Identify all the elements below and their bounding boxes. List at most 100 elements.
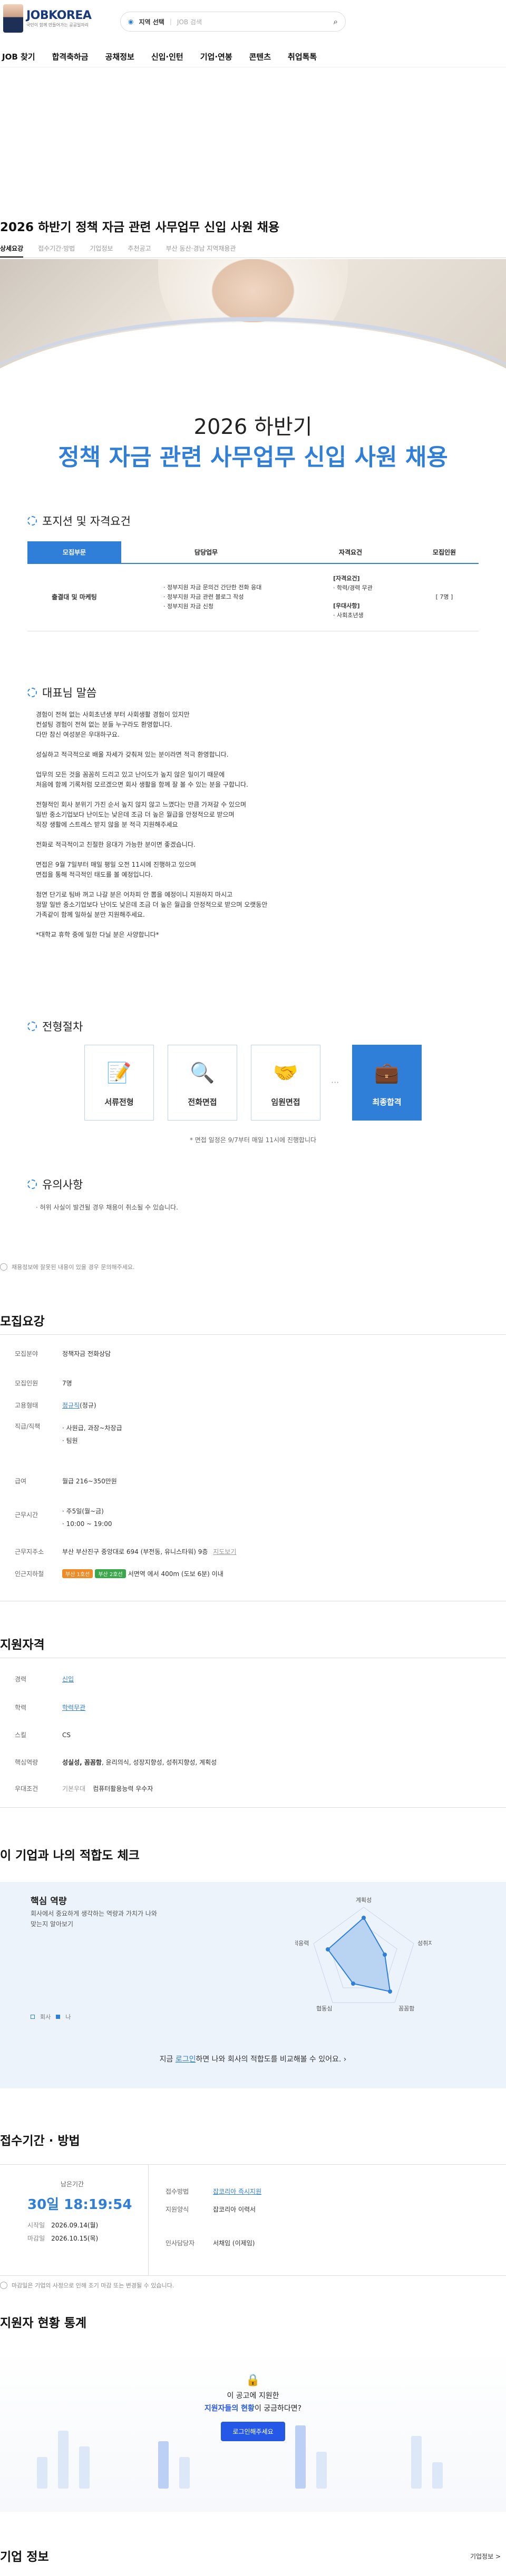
- cell-dept: 출결대 및 마케팅: [27, 563, 121, 631]
- tab-region[interactable]: 부산 동산·경남 지역채용관: [166, 239, 236, 257]
- col-duties: 담당업무: [121, 541, 291, 564]
- divider: |: [169, 18, 172, 25]
- legend-swatch: [56, 2015, 61, 2019]
- apply-form: 지원양식 잡코리아 이력서: [166, 2205, 256, 2214]
- req-item: 학력/경력 무관: [337, 584, 373, 592]
- position-heading: 포지션 및 자격요건: [27, 513, 131, 529]
- company-info-link[interactable]: 기업정보 >: [470, 2552, 501, 2561]
- qual-edu: 학력 학력무관: [15, 1703, 85, 1712]
- divider: [0, 1807, 506, 1808]
- recruit-count: 모집인원 7명: [15, 1379, 72, 1388]
- hero-year: 2026 하반기: [193, 415, 313, 439]
- edu-link[interactable]: 학력무관: [62, 1703, 85, 1712]
- radar-axis-label: 적응력: [295, 1940, 309, 1947]
- tab-detail[interactable]: 상세요강: [0, 239, 24, 257]
- step-label: 서류전형: [104, 1097, 134, 1107]
- section-icon: [27, 688, 37, 697]
- report-text: 채용정보에 잘못된 내용이 있을 경우 문의해주세요.: [12, 1264, 135, 1271]
- fit-footer: 지금 로그인하면 나와 회사의 적합도를 비교해볼 수 있어요. ›: [159, 2055, 347, 2064]
- blurred-bar: [79, 2446, 90, 2489]
- nav-public-recruit[interactable]: 공채정보: [105, 46, 134, 67]
- qual-career: 경력 신입: [15, 1675, 74, 1683]
- section-icon: [27, 516, 37, 526]
- nav-job-search[interactable]: JOB 찾기: [2, 46, 35, 67]
- remain-label: 남은기간: [60, 2181, 84, 2188]
- career-link[interactable]: 신입: [62, 1675, 74, 1683]
- label: 학력: [15, 1704, 27, 1711]
- label: 직급/직책: [15, 1423, 41, 1430]
- value: · 팀원: [62, 1437, 78, 1444]
- nav-content[interactable]: 콘텐츠: [249, 46, 271, 67]
- recruit-address: 근무지주소 부산 부산진구 중앙대로 694 (부전동, 유니스타워) 9층 지도…: [15, 1547, 236, 1556]
- info-icon: [0, 2282, 7, 2289]
- value: 2026.10.15(목): [51, 2235, 99, 2242]
- legend-swatch: [31, 2015, 35, 2019]
- login-button[interactable]: 로그인해주세요: [221, 2422, 285, 2441]
- company-heading: 기업 정보: [0, 2550, 49, 2564]
- radar-company-area: [327, 1917, 391, 1993]
- nav-bonus[interactable]: 합격축하금: [52, 46, 89, 67]
- detail-tabs: 상세요강 접수기간·방법 기업정보 추천공고 부산 동산·경남 지역채용관: [0, 239, 506, 258]
- col-dept: 모집부문: [27, 541, 121, 564]
- nav-company-salary[interactable]: 기업·연봉: [200, 46, 232, 67]
- table-header: 모집부문 담당업무 자격요건 모집인원: [27, 541, 479, 564]
- col-count: 모집인원: [410, 541, 479, 564]
- label: 접수방법: [166, 2188, 189, 2195]
- greeting-paragraph: 면접은 9월 7일부터 매일 평일 오전 11시에 진행하고 있으며 면접을 통…: [36, 861, 196, 878]
- search-input[interactable]: JOB 검색: [177, 17, 328, 26]
- qual-heading: 지원자격: [0, 1638, 45, 1652]
- radar-point: [388, 1989, 392, 1994]
- method-link[interactable]: 잡코리아 즉시지원: [213, 2187, 261, 2196]
- tab-company[interactable]: 기업정보: [90, 239, 113, 257]
- recruit-time: 근무시간 · 주5일(월~금) · 10:00 ~ 19:00: [15, 1505, 112, 1530]
- login-link[interactable]: 로그인: [176, 2055, 196, 2064]
- step-label: 전화면접: [188, 1097, 217, 1107]
- apply-heading: 접수기간 · 방법: [0, 2134, 80, 2148]
- footnote-text: 마감일은 기업의 사정으로 인해 조기 마감 또는 변경될 수 있습니다.: [12, 2282, 174, 2289]
- label: 인근지하철: [15, 1570, 44, 1578]
- search-bar[interactable]: ◉ 지역 선택 | JOB 검색 ⌕: [120, 12, 346, 32]
- radar-point: [383, 1953, 387, 1957]
- greeting-heading: 대표님 말씀: [27, 685, 96, 700]
- report-link[interactable]: 채용정보에 잘못된 내용이 있을 경우 문의해주세요.: [0, 1263, 135, 1271]
- map-link[interactable]: 지도보기: [213, 1548, 236, 1555]
- tab-apply[interactable]: 접수기간·방법: [38, 239, 75, 257]
- apply-contact: 인사담당자 서채임 (이제임): [166, 2238, 255, 2247]
- recruit-pay: 급여 월급 216~350만원: [15, 1477, 117, 1485]
- apply-method: 접수방법 잡코리아 즉시지원: [166, 2187, 261, 2196]
- legend-label: 나: [65, 2014, 71, 2020]
- greeting-paragraph: 전화로 적극적이고 친절한 응대가 가능한 분이면 좋겠습니다.: [36, 841, 196, 848]
- region-select[interactable]: 지역 선택: [139, 17, 164, 26]
- cell-duties: · 정부지원 자금 문의건 간단한 전화 응대 · 정부지원 자금 관련 블로그…: [121, 563, 291, 631]
- process-note: * 면접 일정은 9/7부터 매일 11시에 진행합니다: [189, 1136, 317, 1144]
- label: 스킬: [15, 1731, 27, 1739]
- value: 7명: [62, 1380, 72, 1387]
- process-heading: 전형절차: [27, 1018, 83, 1034]
- core-rest: , 윤리의식, 성장지향성, 성취지향성, 계획성: [101, 1759, 217, 1766]
- document-icon: 📝: [106, 1061, 132, 1084]
- recruit-type: 고용형태 정규직(정규): [15, 1401, 96, 1410]
- value: CS: [62, 1731, 71, 1739]
- type-link[interactable]: 정규직: [62, 1402, 80, 1409]
- nav-intern[interactable]: 신입·인턴: [151, 46, 183, 67]
- subway-line-badge: 부산 1호선: [62, 1569, 93, 1578]
- search-icon[interactable]: ⌕: [334, 17, 338, 26]
- section-icon: [27, 1022, 37, 1031]
- cell-count: [ 7명 ]: [410, 563, 479, 631]
- nav-talk[interactable]: 취업톡톡: [288, 46, 317, 67]
- main-navigation: JOB 찾기 합격축하금 공채정보 신입·인턴 기업·연봉 콘텐츠 취업톡톡: [0, 46, 506, 67]
- notice-heading-text: 유의사항: [42, 1178, 83, 1191]
- blurred-bar: [58, 2431, 69, 2489]
- blurred-bar: [37, 2457, 47, 2489]
- location-pin-icon: ◉: [128, 18, 134, 25]
- notice-text: · 허위 사실이 발견될 경우 채용이 취소될 수 있습니다.: [36, 1204, 178, 1211]
- logo[interactable]: JOBKOREA 국민이 함께 만들어가는 공공일자리: [3, 4, 92, 33]
- tab-recommend[interactable]: 추천공고: [128, 239, 151, 257]
- qual-core: 핵심역량 성실성, 꼼꼼함, 윤리의식, 성장지향성, 성취지향성, 계획성: [15, 1758, 217, 1767]
- address-value: 부산 부산진구 중앙대로 694 (부전동, 유니스타워) 9층: [62, 1548, 208, 1555]
- radar-point: [362, 1916, 366, 1920]
- type-extra: (정규): [80, 1402, 96, 1409]
- apply-footnote: 마감일은 기업의 사정으로 인해 조기 마감 또는 변경될 수 있습니다.: [0, 2281, 174, 2290]
- col-req: 자격요건: [291, 541, 410, 564]
- stats-heading: 지원자 현황 통계: [0, 2316, 87, 2330]
